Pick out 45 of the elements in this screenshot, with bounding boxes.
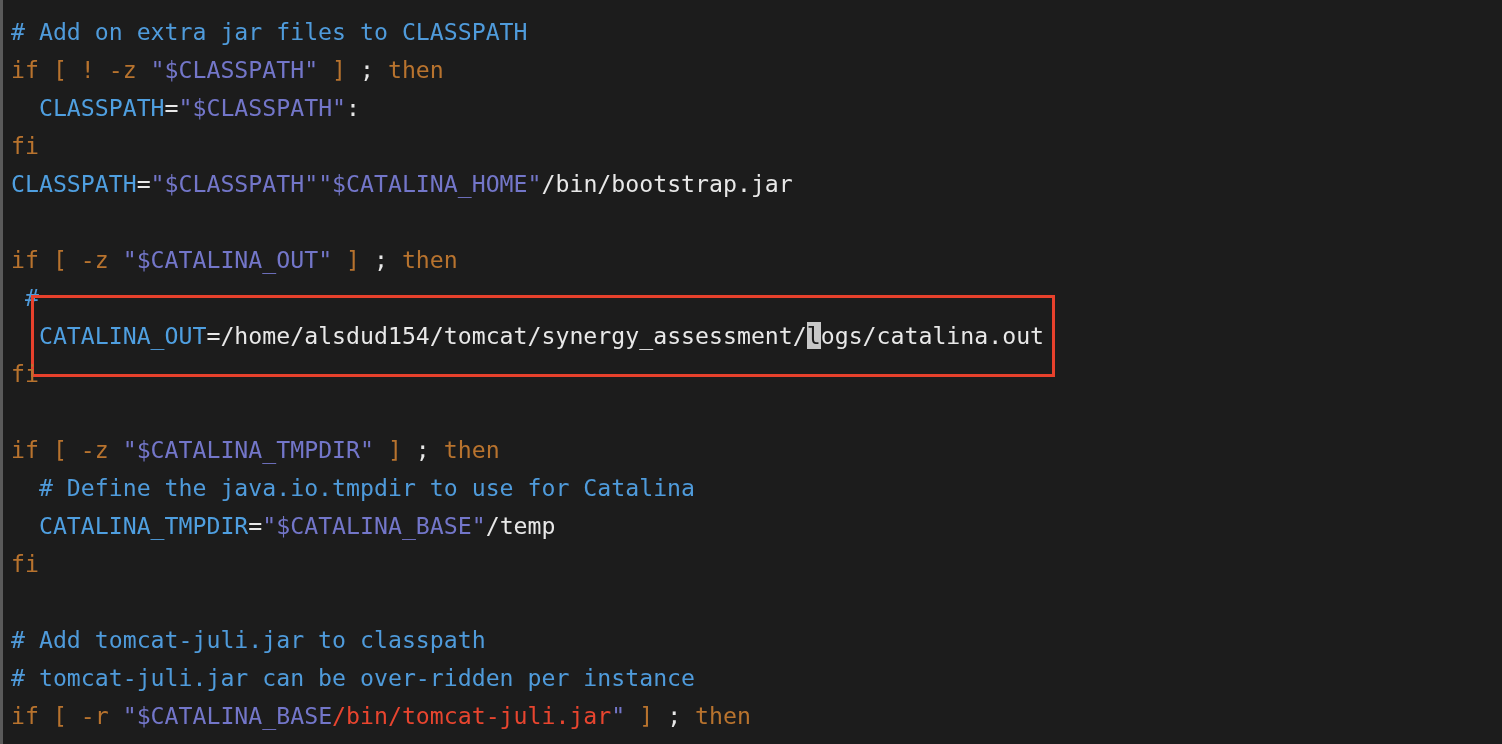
code-token: =/home/alsdud154/tomcat/synergy_assessment/ [206, 322, 807, 349]
code-token: # Add tomcat-juli.jar to classpath [11, 626, 486, 653]
code-token: = [136, 170, 151, 197]
text-cursor: l [806, 322, 821, 349]
code-token: CATALINA_TMPDIR [37, 512, 249, 539]
code-token: "$CATALINA_BASE" [262, 512, 486, 539]
code-token: ] [386, 436, 402, 463]
code-token: then [695, 702, 751, 729]
code-token: /temp [485, 512, 556, 539]
code-token: if [ -z [11, 436, 110, 463]
code-token: # tomcat-juli.jar can be over-ridden per instance [11, 664, 696, 691]
code-token: # Add on extra jar files to CLASSPATH [11, 18, 528, 45]
code-token: if [ -r [11, 702, 110, 729]
code-token: then [387, 56, 444, 83]
code-token: fi [11, 132, 39, 159]
code-token: "$CLASSPATH""$CATALINA_HOME" [150, 170, 542, 197]
code-token: fi [11, 550, 39, 577]
code-token: then [443, 436, 500, 463]
code-token: "$CLASSPATH" [178, 94, 347, 121]
code-token: ; [666, 702, 683, 729]
code-token: ; [372, 246, 389, 273]
code-token: "$CATALINA_OUT" [122, 246, 333, 273]
code-token: "$CATALINA_TMPDIR" [122, 436, 374, 463]
code-token: ogs/catalina.out [820, 322, 1045, 349]
code-token: CLASSPATH [11, 170, 137, 197]
code-token: CLASSPATH [37, 94, 165, 121]
code-token: /bin/bootstrap.jar [541, 170, 793, 197]
code-token: : [346, 94, 361, 121]
code-token: ] [345, 246, 360, 273]
code-token: ; [414, 436, 431, 463]
code-token: = [248, 512, 263, 539]
code-token: ; [359, 56, 375, 83]
code-token: then [401, 246, 458, 273]
code-token: " [611, 702, 626, 729]
code-token: /bin/tomcat-juli.jar [332, 702, 612, 729]
code-token: if [ -z [11, 246, 110, 273]
code-token: if [ ! -z [11, 56, 138, 83]
code-token: # Define the java.io.tmpdir to use for Catalina [37, 474, 696, 501]
code-token: CATALINA_OUT [37, 322, 207, 349]
code-token: "$CATALINA_BASE [122, 702, 333, 729]
code-token: "$CLASSPATH" [150, 56, 319, 83]
code-token: ] [638, 702, 654, 729]
code-token: = [164, 94, 179, 121]
code-token: ] [331, 56, 347, 83]
code-token: fi [11, 360, 39, 387]
